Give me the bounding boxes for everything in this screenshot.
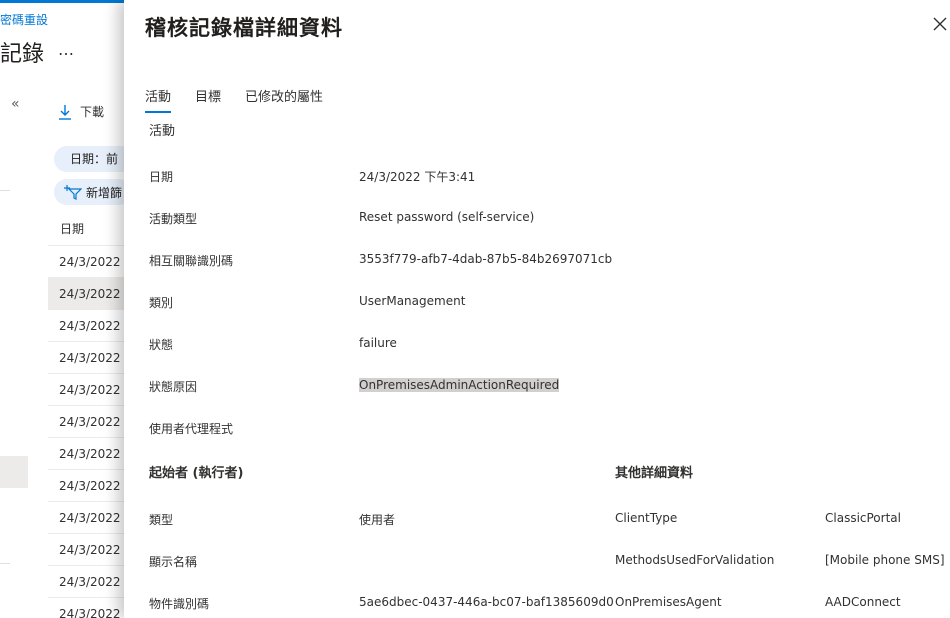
tab-target[interactable]: 目標: [195, 84, 221, 113]
more-options-icon[interactable]: …: [58, 40, 75, 59]
date-filter-pill[interactable]: 日期：前: [54, 146, 135, 172]
download-label: 下載: [80, 105, 105, 119]
close-icon: [933, 17, 947, 31]
field-label-date: 日期: [149, 170, 174, 184]
initiator-section-heading: 起始者 (執行者): [149, 466, 244, 481]
field-value-object-id: 5ae6dbec-0437-446a-bc07-baf1385609d0: [359, 595, 614, 609]
field-value-status-reason: OnPremisesAdminActionRequired: [359, 378, 560, 392]
download-icon: [59, 104, 71, 120]
field-label-category: 類別: [149, 296, 174, 310]
table-row[interactable]: 24/3/2022 下: [48, 373, 128, 405]
table-row[interactable]: 24/3/2022 下: [48, 501, 128, 533]
detail-value-methods-used: [Mobile phone SMS]: [825, 553, 945, 567]
table-row[interactable]: 24/3/2022 下: [48, 309, 128, 341]
add-filter-button[interactable]: 新增篩: [54, 179, 133, 205]
table-row[interactable]: 24/3/2022 下: [48, 597, 128, 618]
field-label-correlation-id: 相互關聯識別碼: [149, 254, 234, 268]
sidebar-divider: [0, 563, 10, 564]
field-label-activity-type: 活動類型: [149, 212, 198, 226]
field-label-status-reason: 狀態原因: [149, 380, 198, 394]
download-button[interactable]: 下載: [58, 103, 104, 120]
activity-section-heading: 活動: [149, 124, 176, 139]
detail-value-onprem-agent: AADConnect: [825, 595, 901, 609]
table-row[interactable]: 24/3/2022 下: [48, 437, 128, 469]
table-row[interactable]: 24/3/2022 下: [48, 565, 128, 597]
breadcrumb-password-reset[interactable]: 密碼重設: [0, 11, 48, 28]
field-label-display-name: 顯示名稱: [149, 555, 198, 569]
panel-title: 稽核記錄檔詳細資料: [145, 16, 343, 40]
table-row[interactable]: 24/3/2022 下: [48, 245, 128, 277]
table-row[interactable]: 24/3/2022 下: [48, 341, 128, 373]
tab-bar: 活動 目標 已修改的屬性: [145, 84, 347, 113]
column-header-date[interactable]: 日期: [60, 220, 84, 237]
sidebar-divider: [0, 190, 10, 191]
field-value-category: UserManagement: [359, 294, 466, 308]
tab-modified-properties[interactable]: 已修改的屬性: [245, 84, 323, 113]
other-details-section-heading: 其他詳細資料: [615, 466, 694, 481]
collapse-sidebar-icon[interactable]: «: [11, 96, 20, 112]
table-row[interactable]: 24/3/2022 下: [48, 405, 128, 437]
add-filter-icon: [64, 185, 82, 200]
field-label-object-id: 物件識別碼: [149, 597, 210, 611]
field-value-status: failure: [359, 336, 397, 350]
field-label-status: 狀態: [149, 338, 174, 352]
field-value-date: 24/3/2022 下午3:41: [359, 170, 476, 184]
detail-key-client-type: ClientType: [615, 511, 678, 525]
field-value-initiator-type: 使用者: [359, 513, 396, 527]
table-row[interactable]: 24/3/2022 下: [48, 469, 128, 501]
detail-value-client-type: ClassicPortal: [825, 511, 901, 525]
field-label-user-agent: 使用者代理程式: [149, 422, 234, 436]
sidebar-selected-item[interactable]: [0, 456, 28, 488]
field-value-correlation-id: 3553f779-afb7-4dab-87b5-84b2697071cb: [359, 252, 613, 266]
add-filter-label: 新增篩: [86, 185, 123, 200]
detail-key-onprem-agent: OnPremisesAgent: [615, 595, 722, 609]
tab-activity[interactable]: 活動: [145, 84, 172, 113]
table-row[interactable]: 24/3/2022 下: [48, 277, 128, 309]
detail-key-methods-used: MethodsUsedForValidation: [615, 553, 775, 567]
field-value-activity-type: Reset password (self-service): [359, 210, 535, 224]
page-title: 記錄: [0, 42, 45, 67]
table-row[interactable]: 24/3/2022 下: [48, 533, 128, 565]
audit-log-details-panel: 稽核記錄檔詳細資料 活動 目標 已修改的屬性 活動 日期 24/3/2022 下…: [124, 0, 950, 618]
close-button[interactable]: [932, 16, 950, 36]
field-label-initiator-type: 類型: [149, 513, 174, 527]
